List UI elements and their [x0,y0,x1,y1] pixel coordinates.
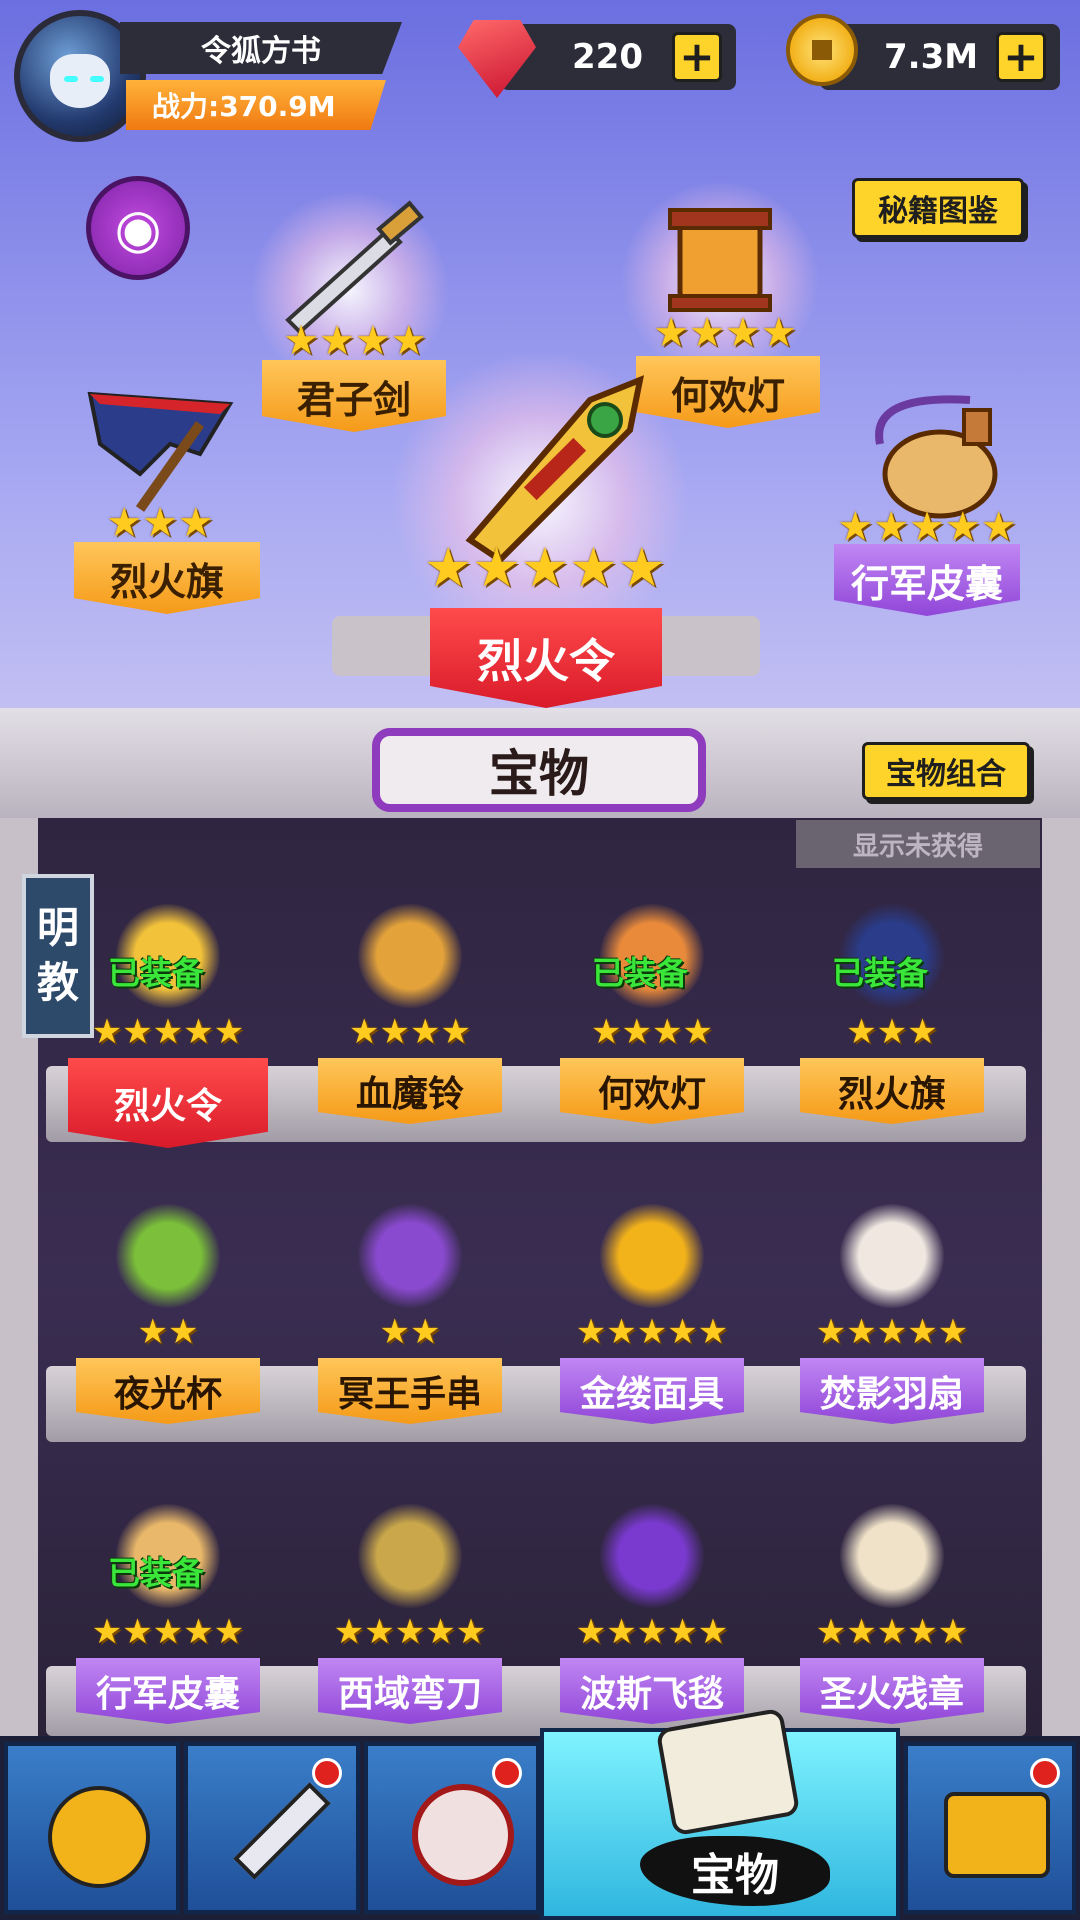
add-coins-button[interactable]: + [996,32,1046,82]
add-gems-button[interactable]: + [672,32,722,82]
star-rating: ★★★★★ [837,504,1017,550]
treasure-slot[interactable]: 已装备 ★★★★★ 烈火令 [68,880,268,1150]
treasure-name: 焚影羽扇 [800,1358,984,1424]
cabinet-frame [1042,818,1080,1738]
gem-counter: 220 + [500,24,736,90]
nav-equipment-button[interactable] [184,1742,360,1914]
treasure-art [358,904,462,1008]
flag-icon [87,391,234,512]
treasure-art [840,1204,944,1308]
treasure-name: 西域弯刀 [318,1658,502,1724]
treasure-name: 烈火令 [68,1058,268,1148]
treasure-slot[interactable]: ★★★★★ 焚影羽扇 [792,1180,992,1450]
codex-button[interactable]: 秘籍图鉴 [852,178,1024,238]
avatar-eye [90,76,104,82]
scroll-icon [655,1707,801,1837]
treasure-slot[interactable]: 已装备 ★★★★★ 行军皮囊 [68,1480,268,1750]
nav-shop-button[interactable] [904,1742,1076,1914]
treasure-name: 冥王手串 [318,1358,502,1424]
combat-power: 战力:370.9M [126,80,386,130]
treasure-slot[interactable]: ★★ 夜光杯 [68,1180,268,1450]
treasure-slot[interactable]: ★★★★★ 波斯飞毯 [552,1480,752,1750]
equipped-badge: 已装备 [108,954,205,992]
showcase-item-label[interactable]: 烈火旗 [74,542,260,614]
treasure-art [358,1204,462,1308]
star-rating: ★★★★★ [815,1312,969,1352]
equipped-badge: 已装备 [108,1554,205,1592]
star-rating: ★★★ [846,1012,938,1052]
treasure-chest-icon [944,1792,1050,1878]
treasure-slot[interactable]: ★★★★★ 西域弯刀 [310,1480,510,1750]
sword-icon [233,1782,331,1880]
nav-hero-button[interactable] [4,1742,180,1914]
treasure-slot[interactable]: ★★★★★ 圣火残章 [792,1480,992,1750]
treasure-name: 血魔铃 [318,1058,502,1124]
treasure-slot[interactable]: 已装备 ★★★ 烈火旗 [792,880,992,1150]
treasure-slot[interactable]: ★★ 冥王手串 [310,1180,510,1450]
drum-icon [412,1784,514,1886]
treasure-name: 波斯飞毯 [560,1658,744,1724]
showcase-item-label[interactable]: 行军皮囊 [834,544,1020,616]
treasure-name: 夜光杯 [76,1358,260,1424]
treasure-art [600,1504,704,1608]
star-rating: ★★★★ [349,1012,471,1052]
coin-amount: 7.3M [884,37,979,77]
star-rating: ★★★★★ [333,1612,487,1652]
star-rating: ★★★★★ [575,1312,729,1352]
treasure-art [358,1504,462,1608]
notification-dot [1030,1758,1060,1788]
treasure-name: 行军皮囊 [76,1658,260,1724]
treasure-name: 何欢灯 [560,1058,744,1124]
star-rating: ★★★★ [653,310,797,356]
category-title: 宝物 [372,728,706,812]
nav-drum-button[interactable] [364,1742,540,1914]
treasure-name: 金缕面具 [560,1358,744,1424]
star-rating: ★★★★★ [91,1012,245,1052]
notification-dot [492,1758,522,1788]
star-rating: ★★★★ [591,1012,713,1052]
star-rating: ★★★★★ [575,1612,729,1652]
equipped-badge: 已装备 [832,954,929,992]
view-toggle-button[interactable]: ◉ [86,176,190,280]
featured-item-label[interactable]: 烈火令 [430,608,662,708]
player-name: 令狐方书 [120,22,402,74]
star-rating: ★★★ [106,500,214,546]
star-rating: ★★ [137,1312,199,1352]
waterskin-icon [875,395,998,519]
treasure-art [116,1204,220,1308]
treasure-name: 烈火旗 [800,1058,984,1124]
treasure-slot[interactable]: 已装备 ★★★★ 何欢灯 [552,880,752,1150]
gem-amount: 220 [572,37,643,77]
treasure-name: 圣火残章 [800,1658,984,1724]
star-rating: ★★ [379,1312,441,1352]
hero-icon [48,1786,150,1888]
coin-icon [786,14,858,86]
treasure-art [840,1504,944,1608]
treasure-art [600,1204,704,1308]
combo-button[interactable]: 宝物组合 [862,742,1030,800]
treasure-slot[interactable]: ★★★★ 血魔铃 [310,880,510,1150]
lantern-icon [668,208,772,312]
equipped-badge: 已装备 [592,954,689,992]
avatar-eye [64,76,78,82]
notification-dot [312,1758,342,1788]
eye-icon: ◉ [114,196,162,260]
star-rating: ★★★★★ [815,1612,969,1652]
star-rating: ★★★★ [283,318,427,364]
treasure-slot[interactable]: ★★★★★ 金缕面具 [552,1180,752,1450]
star-rating: ★★★★★ [423,536,667,599]
show-unowned-toggle[interactable]: 显示未获得 [796,820,1040,868]
star-rating: ★★★★★ [91,1612,245,1652]
